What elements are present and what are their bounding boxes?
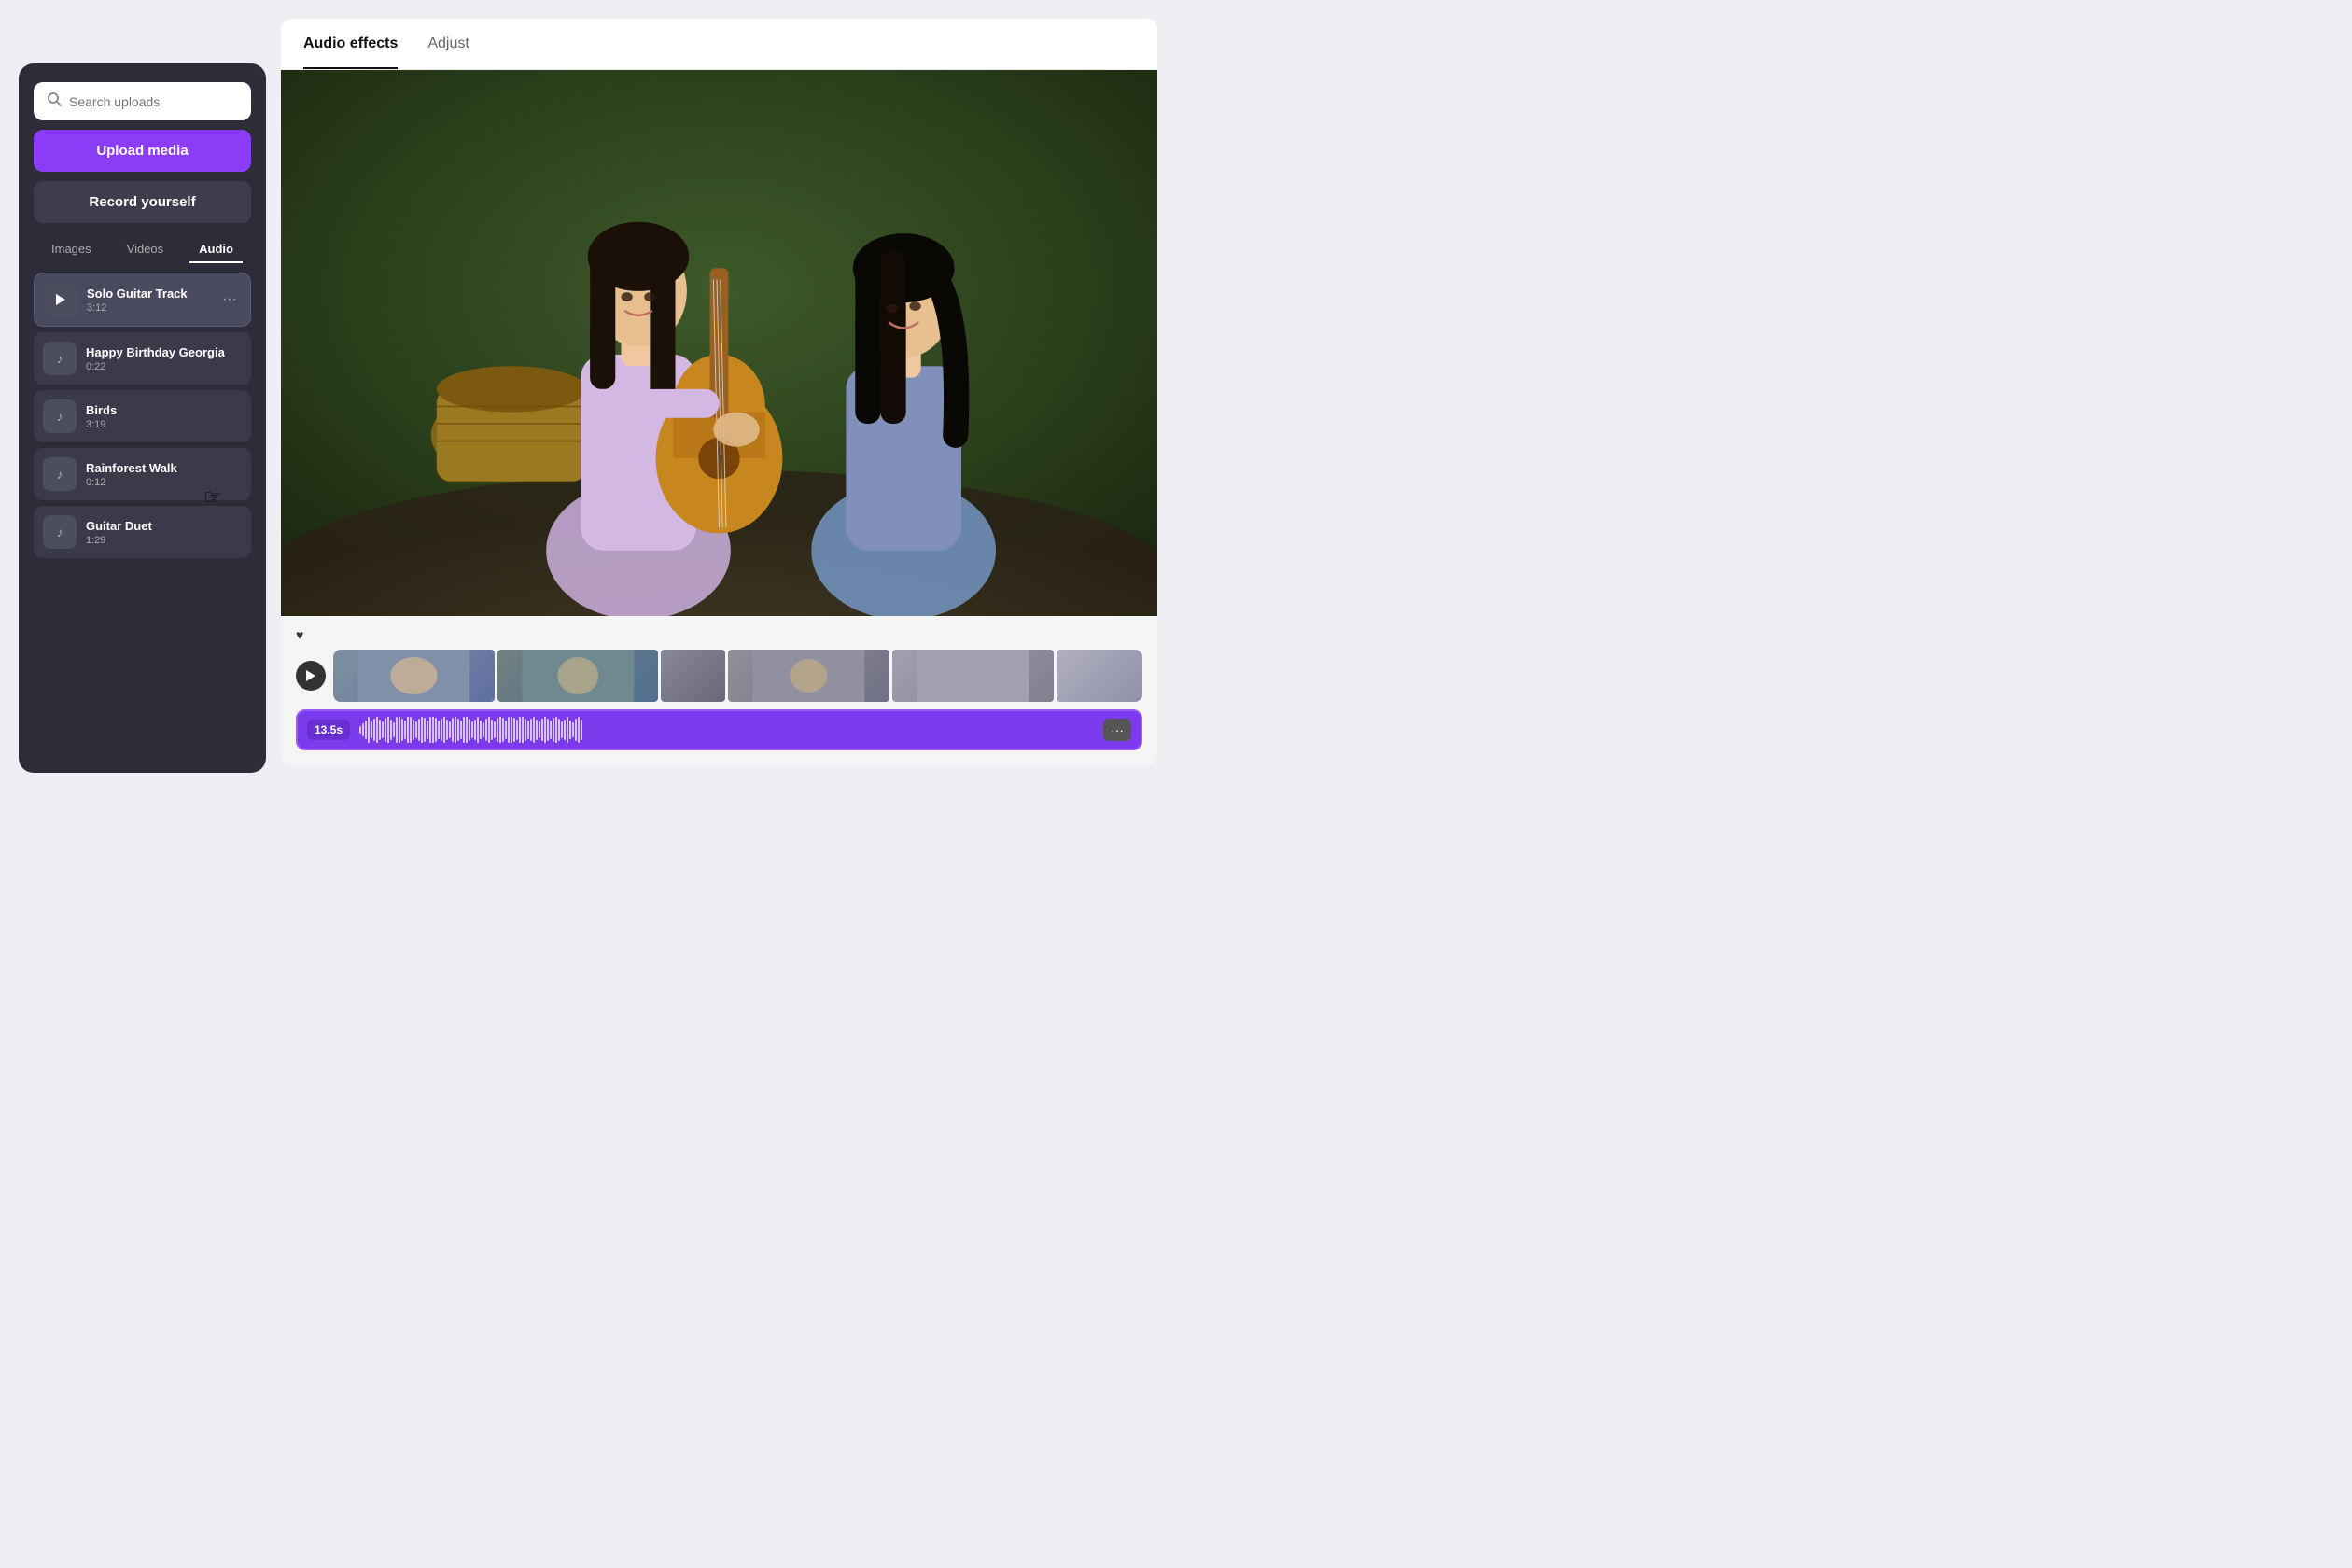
heart-icon: ♥ bbox=[296, 627, 303, 642]
audio-info: Happy Birthday Georgia 0:22 bbox=[86, 345, 242, 372]
audio-title: Happy Birthday Georgia bbox=[86, 345, 242, 359]
audio-waveform-track[interactable]: 13.5s ··· bbox=[296, 709, 1142, 750]
play-button[interactable] bbox=[44, 283, 77, 316]
video-preview bbox=[281, 70, 1157, 616]
audio-thumbnail: ♪ bbox=[43, 342, 77, 375]
search-input[interactable] bbox=[69, 94, 238, 109]
music-note-icon: ♪ bbox=[57, 351, 63, 366]
tab-adjust[interactable]: Adjust bbox=[427, 35, 469, 69]
play-timeline-button[interactable] bbox=[296, 661, 326, 691]
record-yourself-button[interactable]: Record yourself bbox=[34, 181, 251, 223]
media-type-tabs: Images Videos Audio bbox=[34, 236, 251, 263]
audio-duration: 3:19 bbox=[86, 419, 242, 430]
audio-title: Guitar Duet bbox=[86, 519, 242, 533]
left-panel: Upload media Record yourself Images Vide… bbox=[19, 63, 266, 773]
audio-duration: 0:22 bbox=[86, 361, 242, 372]
search-bar[interactable] bbox=[34, 82, 251, 120]
waveform-more-button[interactable]: ··· bbox=[1103, 719, 1131, 741]
audio-info: Rainforest Walk 0:12 bbox=[86, 461, 242, 488]
waveform bbox=[359, 717, 1094, 743]
audio-duration: 3:12 bbox=[87, 302, 209, 314]
tab-audio-effects[interactable]: Audio effects bbox=[303, 35, 398, 69]
upload-media-button[interactable]: Upload media bbox=[34, 130, 251, 172]
list-item[interactable]: ♪ Happy Birthday Georgia 0:22 bbox=[34, 332, 251, 385]
audio-thumbnail: ♪ bbox=[43, 515, 77, 549]
audio-duration: 1:29 bbox=[86, 535, 242, 546]
audio-duration: 0:12 bbox=[86, 477, 242, 488]
audio-info: Solo Guitar Track 3:12 bbox=[87, 287, 209, 314]
audio-thumbnail: ♪ bbox=[43, 457, 77, 491]
audio-list: Solo Guitar Track 3:12 ··· ♪ Happy Birth… bbox=[34, 273, 251, 754]
music-note-icon: ♪ bbox=[57, 525, 63, 539]
tab-audio[interactable]: Audio bbox=[189, 236, 243, 263]
more-options-icon[interactable]: ··· bbox=[218, 289, 241, 310]
audio-thumbnail: ♪ bbox=[43, 399, 77, 433]
audio-title: Solo Guitar Track bbox=[87, 287, 209, 301]
tab-videos[interactable]: Videos bbox=[118, 236, 174, 263]
music-note-icon: ♪ bbox=[57, 409, 63, 424]
audio-info: Birds 3:19 bbox=[86, 403, 242, 430]
list-item[interactable]: ♪ Birds 3:19 bbox=[34, 390, 251, 442]
timeline-track bbox=[296, 650, 1142, 702]
search-icon bbox=[47, 91, 62, 111]
top-tabs: Audio effects Adjust bbox=[281, 19, 1157, 70]
list-item[interactable]: Solo Guitar Track 3:12 ··· bbox=[34, 273, 251, 327]
audio-title: Birds bbox=[86, 403, 242, 417]
list-item[interactable]: ♪ Rainforest Walk 0:12 bbox=[34, 448, 251, 500]
timeline-marker: ♥ bbox=[296, 627, 1142, 642]
right-panel: Audio effects Adjust bbox=[281, 19, 1157, 765]
audio-title: Rainforest Walk bbox=[86, 461, 242, 475]
film-strip bbox=[333, 650, 1142, 702]
list-item[interactable]: ♪ Guitar Duet 1:29 bbox=[34, 506, 251, 558]
timeline-area: ♥ bbox=[281, 616, 1157, 765]
audio-info: Guitar Duet 1:29 bbox=[86, 519, 242, 546]
time-badge: 13.5s bbox=[307, 720, 350, 740]
music-note-icon: ♪ bbox=[57, 467, 63, 482]
tab-images[interactable]: Images bbox=[42, 236, 101, 263]
